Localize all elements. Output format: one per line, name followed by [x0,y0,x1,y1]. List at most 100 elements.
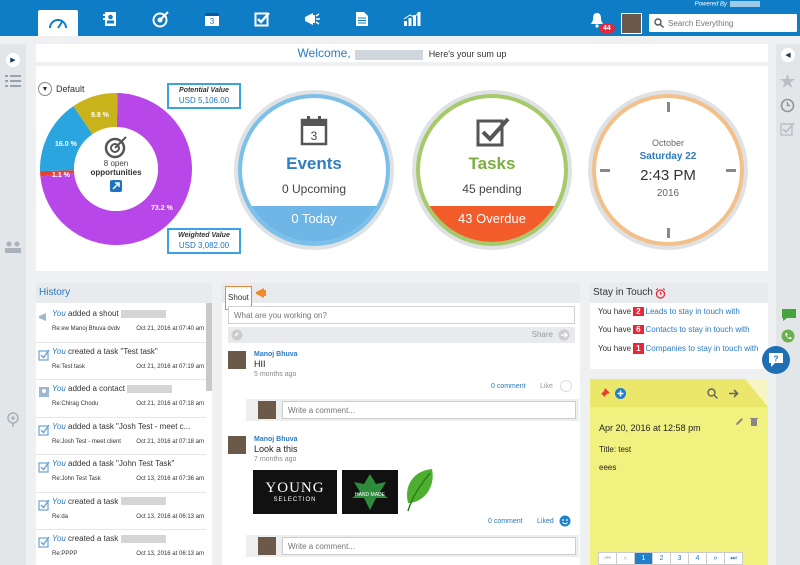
post-image-young-selection[interactable]: YOUNG SELECTION [253,470,337,514]
chat-icon[interactable] [781,308,797,322]
shout-compose-input[interactable] [229,307,574,323]
right-sidebar: ◀ [776,44,800,565]
comment-field[interactable] [282,537,576,555]
avatar[interactable] [228,436,246,454]
nav-reports-button[interactable] [392,6,432,32]
checkbox-icon[interactable] [780,122,795,136]
expand-left-button[interactable]: ▶ [6,53,20,67]
nav-opportunities-button[interactable] [141,6,181,32]
green-leaf-image[interactable] [402,467,436,513]
edit-icon[interactable] [735,417,744,426]
search-input[interactable] [668,18,788,28]
attachment-icon[interactable] [231,329,243,341]
add-note-icon[interactable] [615,388,626,399]
note-body: eees [599,463,617,472]
events-today-button[interactable]: 0 Today [242,206,386,242]
like-icon[interactable] [560,380,572,392]
help-button[interactable]: ? [762,346,790,374]
history-reference: Re:Josh Test - meet client [52,438,121,445]
events-widget[interactable]: 3 Events 0 Upcoming 0 Today [234,90,394,250]
like-button[interactable]: Like [540,383,553,390]
companies-link[interactable]: Companies to stay in touch with [646,344,759,353]
nav-tasks-button[interactable] [242,6,282,32]
user-name-redacted [354,49,423,60]
history-scrollbar[interactable] [206,303,212,391]
post-author[interactable]: Manoj Bhuva [254,351,298,358]
comment-field[interactable] [282,401,576,419]
history-item[interactable]: You added a shout Re:ew Manoj Bhuva dvdv… [36,305,206,343]
comment-input[interactable] [283,538,575,554]
page-button[interactable]: ⏮ [598,552,617,565]
touch-row-companies[interactable]: You have 1 Companies to stay in touch with [598,343,763,354]
comment-row [246,535,579,557]
note-title: Title: test [599,445,632,454]
welcome-subtitle: Here's your sum up [428,49,507,59]
comment-input[interactable] [283,402,575,418]
share-button[interactable]: Share [532,330,553,339]
page-button[interactable]: « [616,552,635,565]
nav-documents-button[interactable] [342,6,382,32]
history-action: You created a task [52,530,206,543]
contacts-link[interactable]: Contacts to stay in touch with [646,325,750,334]
powered-by-label: Powered By [695,1,760,8]
send-icon[interactable] [558,329,570,341]
post-author[interactable]: Manoj Bhuva [254,436,298,443]
history-item[interactable]: You created a task "Test task" Re:Test ta… [36,343,206,380]
nav-campaigns-button[interactable] [292,6,332,32]
post-comment-count[interactable]: 0 comment [488,518,523,525]
collapse-right-button[interactable]: ◀ [781,48,795,62]
page-button[interactable]: 1 [634,552,653,565]
avatar[interactable] [228,351,246,369]
trash-icon[interactable] [750,417,758,426]
left-sidebar: ▶ [0,44,26,565]
nav-contacts-button[interactable] [90,6,130,32]
clock-icon[interactable] [780,98,795,113]
comment-row [246,399,579,421]
touch-row-leads[interactable]: You have 2 Leads to stay in touch with [598,307,740,316]
events-upcoming: 0 Upcoming [281,182,347,196]
arrow-link-icon[interactable] [110,180,122,192]
shout-header: Shout [222,283,580,310]
page-button[interactable]: ⏭ [724,552,743,565]
page-button[interactable]: 3 [670,552,689,565]
history-item[interactable]: You added a task "John Test Task" Re:John… [36,455,206,493]
history-item[interactable]: You created a task Re:da Oct 13, 2016 at … [36,493,206,530]
user-avatar[interactable] [621,13,642,34]
star-icon[interactable] [780,74,795,88]
post-comment-count[interactable]: 0 comment [491,383,526,390]
nav-calendar-button[interactable]: 3 [192,6,232,32]
list-icon[interactable] [5,74,21,88]
smiley-icon[interactable] [559,515,571,527]
leads-link[interactable]: Leads to stay in touch with [646,307,740,316]
arrow-right-icon[interactable] [728,388,739,399]
shout-compose-box[interactable] [228,306,575,324]
search-icon[interactable] [707,388,718,399]
history-timestamp: Oct 13, 2016 at 07:36 am [136,476,204,482]
history-item[interactable]: You added a task "Josh Test - meet c... R… [36,418,206,455]
target-icon [104,136,127,159]
leads-count-badge: 2 [633,307,644,316]
history-timestamp: Oct 13, 2016 at 06:13 am [136,513,204,520]
shout-panel: Shout Share Manoj Bhuva HII 5 months ago… [222,283,580,565]
touch-row-contacts[interactable]: You have 6 Contacts to stay in touch with [598,325,750,334]
pin-icon[interactable] [599,388,610,399]
nav-dashboard-button[interactable] [38,10,78,36]
page-button[interactable]: 2 [652,552,671,565]
history-item[interactable]: You created a task Re:PPPP Oct 13, 2016 a… [36,530,206,565]
global-search[interactable] [649,14,797,32]
page-button[interactable]: 4 [688,552,707,565]
tasks-overdue-button[interactable]: 43 Overdue [420,206,564,242]
post-image-hand-made[interactable]: HAND MADE [342,470,398,514]
liked-button[interactable]: Liked [537,518,554,525]
open-opportunities-count: 8 open [103,159,129,168]
page-button[interactable]: » [706,552,725,565]
history-timestamp: Oct 21, 2016 at 07:18 am [136,438,204,445]
weighted-value-title: Weighted Value [178,232,230,239]
team-icon[interactable] [4,240,22,254]
location-pin-icon[interactable] [6,412,20,428]
phone-icon[interactable] [781,329,795,343]
tasks-widget[interactable]: Tasks 45 pending 43 Overdue [412,90,572,250]
clock-tick [667,228,670,238]
history-timestamp: Oct 13, 2016 at 06:13 am [136,551,204,557]
history-item[interactable]: You added a contact Re:Chirag Chodu Oct 2… [36,380,206,418]
